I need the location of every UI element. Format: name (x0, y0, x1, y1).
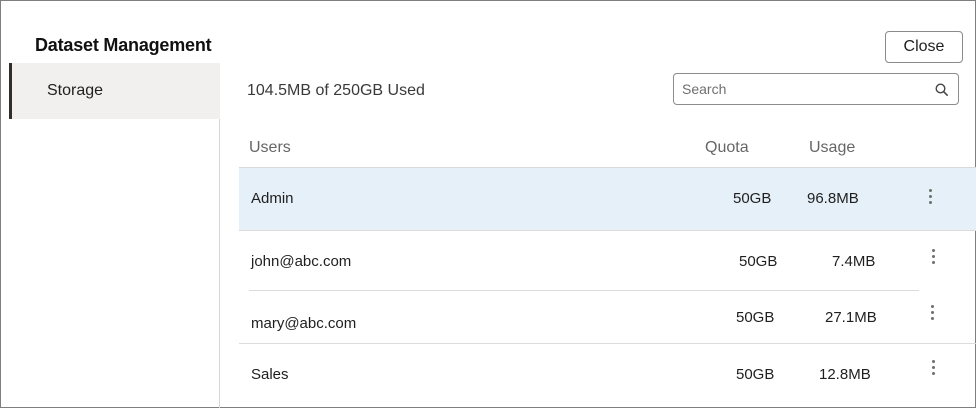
usage-cell: 96.8MB (807, 190, 859, 207)
quota-cell: 50GB (739, 253, 778, 270)
dataset-management-dialog: Dataset Management Close Storage 104.5MB… (0, 0, 976, 408)
column-header-usage[interactable]: Usage (809, 139, 855, 157)
search-icon[interactable] (934, 82, 950, 98)
search-field[interactable] (673, 73, 959, 105)
table-row[interactable]: mary@abc.com 50GB 27.1MB (239, 291, 976, 343)
quota-cell: 50GB (733, 190, 772, 207)
user-cell: mary@abc.com (251, 315, 357, 332)
storage-usage-summary: 104.5MB of 250GB Used (247, 82, 425, 99)
row-actions-icon[interactable] (928, 359, 940, 377)
quota-cell: 50GB (736, 309, 775, 326)
column-header-users[interactable]: Users (249, 139, 291, 157)
row-actions-icon[interactable] (925, 188, 937, 206)
user-cell: Sales (251, 366, 289, 383)
column-header-quota[interactable]: Quota (705, 139, 749, 157)
usage-cell: 12.8MB (819, 366, 871, 383)
quota-cell: 50GB (736, 366, 775, 383)
sidebar: Storage (9, 63, 220, 408)
table-row[interactable]: john@abc.com 50GB 7.4MB (239, 231, 976, 290)
usage-cell: 27.1MB (825, 309, 877, 326)
user-cell: Admin (251, 190, 294, 207)
row-actions-icon[interactable] (927, 304, 939, 322)
table-row[interactable]: Sales 50GB 12.8MB (239, 344, 976, 408)
sidebar-item-storage[interactable]: Storage (9, 63, 220, 119)
user-cell: john@abc.com (251, 253, 352, 270)
table-row[interactable]: Admin 50GB 96.8MB (239, 168, 976, 230)
sidebar-item-label: Storage (47, 82, 104, 99)
row-actions-icon[interactable] (928, 248, 940, 266)
dialog-title: Dataset Management (35, 35, 212, 55)
search-input[interactable] (682, 78, 922, 100)
close-button[interactable]: Close (885, 31, 963, 63)
usage-cell: 7.4MB (832, 253, 876, 270)
